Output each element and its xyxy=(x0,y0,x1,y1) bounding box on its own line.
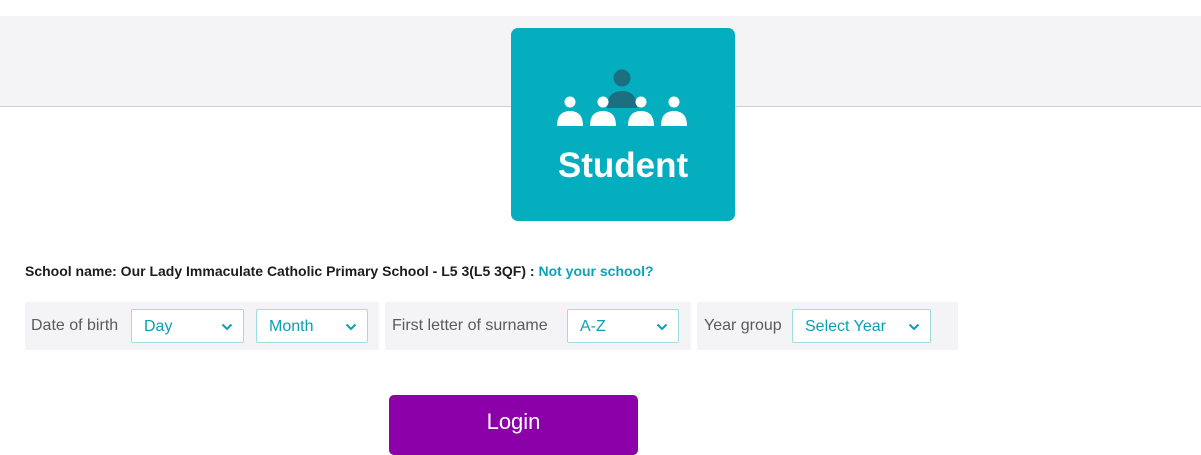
chevron-down-icon xyxy=(221,323,233,331)
surname-letter-label: First letter of surname xyxy=(392,317,548,334)
surname-letter-select[interactable]: A-Z xyxy=(567,309,679,343)
surname-letter-value: A-Z xyxy=(580,318,606,335)
school-name-text: School name: Our Lady Immaculate Catholi… xyxy=(25,263,539,279)
year-group-select[interactable]: Select Year xyxy=(792,309,931,343)
month-select-value: Month xyxy=(269,318,314,335)
day-select[interactable]: Day xyxy=(131,309,244,343)
surname-letter-group: First letter of surname A-Z xyxy=(385,302,691,350)
date-of-birth-group: Date of birth Day Month xyxy=(25,302,379,350)
month-select[interactable]: Month xyxy=(256,309,368,343)
year-group-value: Select Year xyxy=(805,318,886,335)
day-select-value: Day xyxy=(144,318,173,335)
chevron-down-icon xyxy=(345,323,357,331)
student-group-icon xyxy=(557,69,687,126)
login-button[interactable]: Login xyxy=(389,395,638,455)
not-your-school-link[interactable]: Not your school? xyxy=(538,263,653,279)
date-of-birth-label: Date of birth xyxy=(31,317,119,334)
role-label: Student xyxy=(557,146,689,185)
student-role-tile[interactable]: Student xyxy=(511,28,735,221)
school-name-line: School name: Our Lady Immaculate Catholi… xyxy=(25,262,654,280)
year-group-group: Year group Select Year xyxy=(697,302,958,350)
chevron-down-icon xyxy=(908,323,920,331)
chevron-down-icon xyxy=(656,323,668,331)
year-group-label: Year group xyxy=(704,317,782,334)
login-button-label: Login xyxy=(486,409,541,434)
